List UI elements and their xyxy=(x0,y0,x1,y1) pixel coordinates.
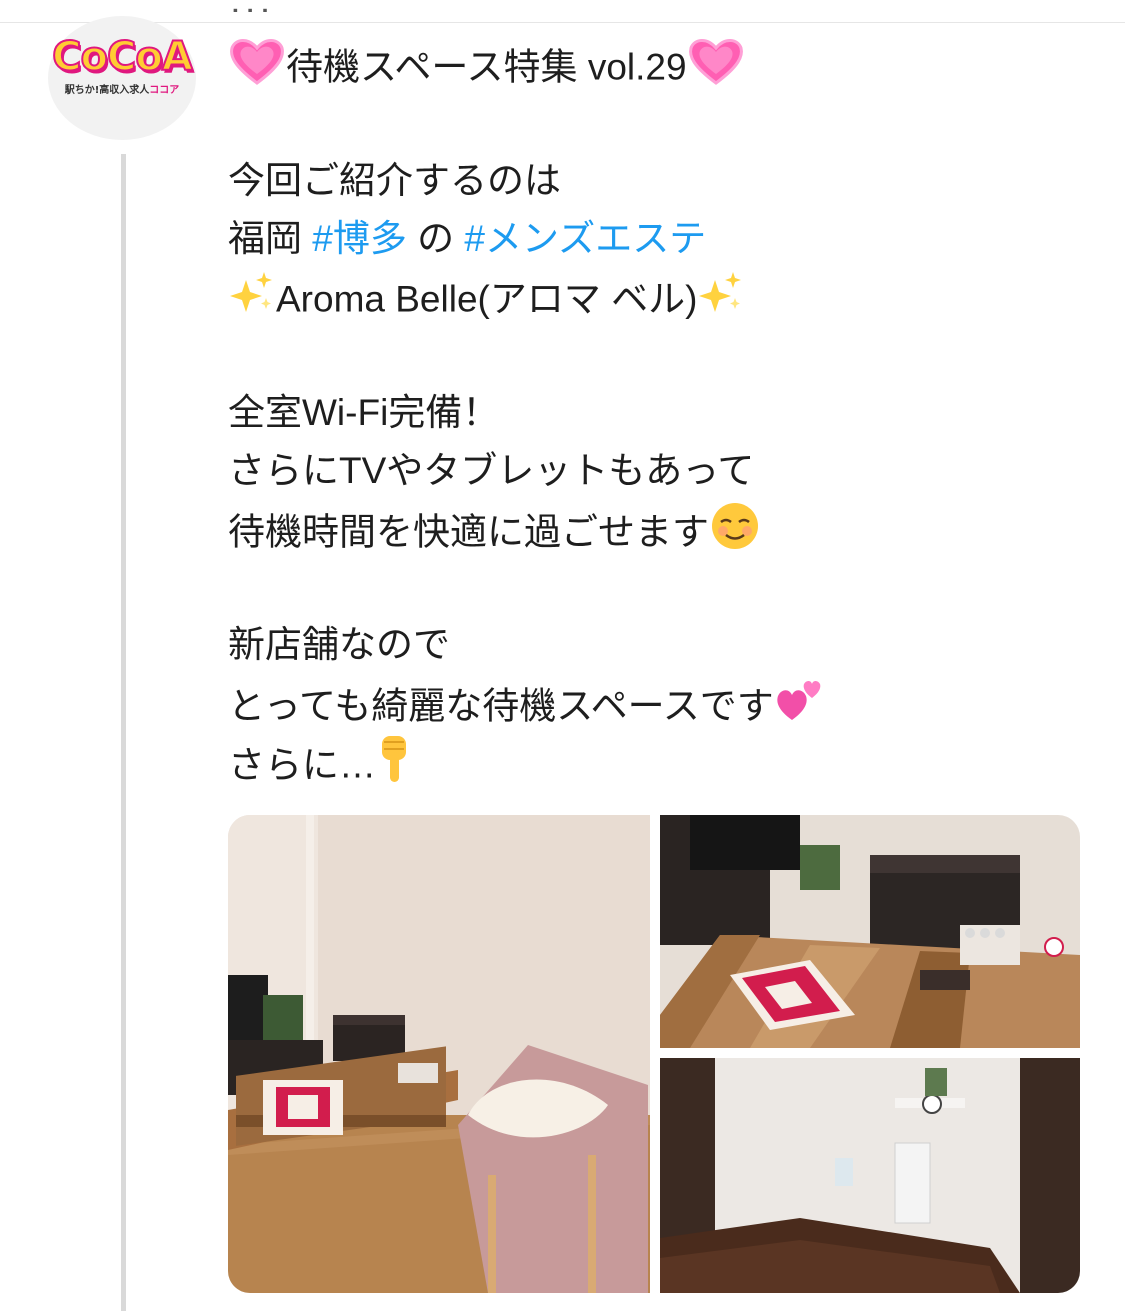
intro-line: 今回ご紹介するのは xyxy=(228,160,561,201)
pointing-down-icon xyxy=(376,732,416,803)
clean-text: とっても綺麗な待機スペースです xyxy=(228,685,774,727)
tweet-text: 待機スペース特集 vol.29 今回ご紹介するのは 福岡 #博多 の #メンズエ… xyxy=(228,36,1108,790)
tv-line: さらにTVやタブレットもあって xyxy=(228,450,755,491)
location-line: 福岡 #博多 の #メンズエステ xyxy=(228,210,1108,268)
sparkles-icon xyxy=(697,268,745,335)
shop-name: Aroma Belle(アロマ ベル) xyxy=(276,278,698,320)
room-corner-photo[interactable] xyxy=(660,1058,1080,1293)
tweet-title: 待機スペース特集 vol.29 xyxy=(286,46,687,88)
avatar[interactable]: CoCoA 駅ちか!高収入求人ココア xyxy=(48,16,196,140)
thread-line xyxy=(121,154,126,1311)
waiting-room-wide-photo[interactable] xyxy=(228,815,650,1293)
smiling-face-icon xyxy=(709,500,761,569)
logo-subtext-dark: 駅ちか!高収入求人 xyxy=(64,84,150,96)
heart-icon xyxy=(687,36,745,103)
two-hearts-icon xyxy=(774,674,826,743)
shop-line: Aroma Belle(アロマ ベル) xyxy=(228,268,1108,326)
wifi-line: 全室Wi-Fi完備！ xyxy=(228,392,500,433)
table-closeup-photo[interactable] xyxy=(660,815,1080,1048)
more-line: さらに… xyxy=(228,732,1108,790)
logo-subtext: 駅ちか!高収入求人ココア xyxy=(65,81,180,96)
divider xyxy=(0,22,1125,23)
heart-icon xyxy=(228,36,286,103)
hashtag-hakata[interactable]: #博多 xyxy=(312,218,407,259)
previous-tweet-fragment: ... xyxy=(230,0,930,12)
more-text: さらに… xyxy=(228,744,376,786)
cocoa-logo: CoCoA xyxy=(51,33,194,80)
new-store-line: 新店舗なので xyxy=(228,624,450,665)
sparkles-icon xyxy=(228,268,276,335)
comfort-line: 待機時間を快適に過ごせます xyxy=(228,500,1108,558)
location-prefix: 福岡 xyxy=(228,218,313,259)
connector-text: の xyxy=(406,218,465,259)
clean-line: とっても綺麗な待機スペースです xyxy=(228,674,1108,732)
hashtag-mens-esthe[interactable]: #メンズエステ xyxy=(464,218,706,259)
tweet-title-line: 待機スペース特集 vol.29 xyxy=(228,36,1108,94)
logo-subtext-pink: ココア xyxy=(149,84,180,96)
comfort-text: 待機時間を快適に過ごせます xyxy=(228,511,709,553)
media-grid[interactable] xyxy=(228,815,1080,1293)
